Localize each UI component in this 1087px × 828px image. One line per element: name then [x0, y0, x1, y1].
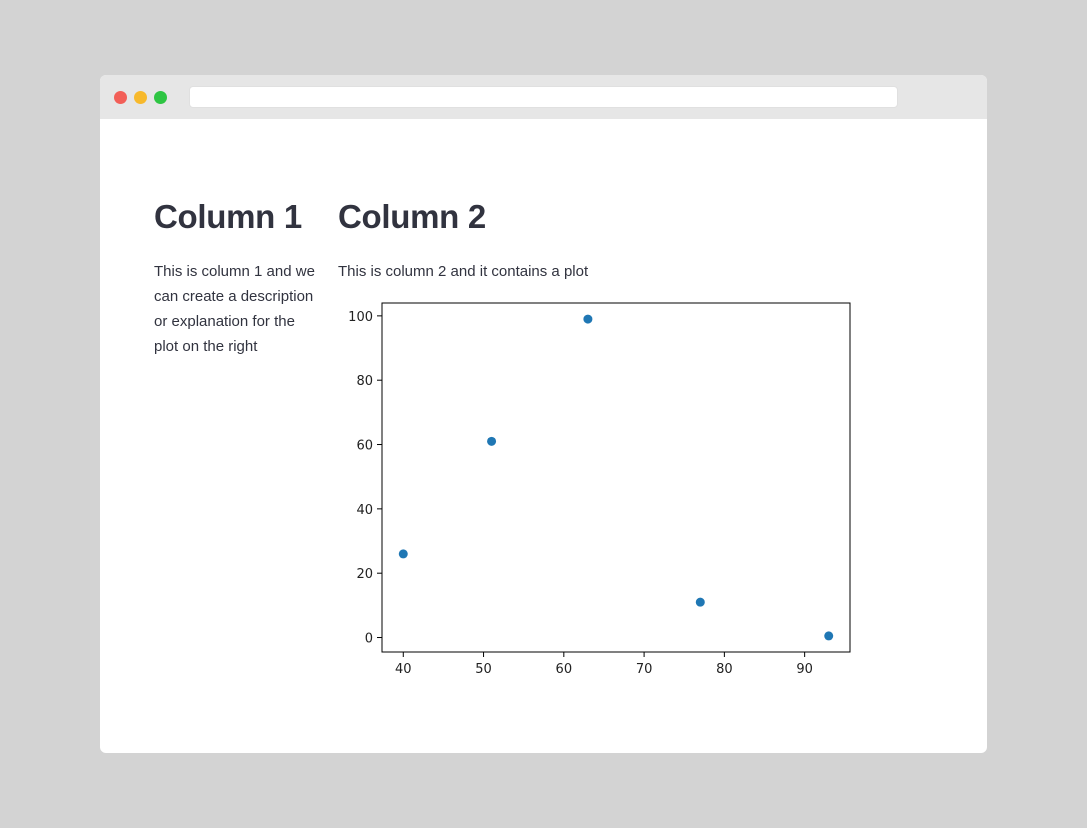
y-tick-label: 0 [365, 632, 373, 647]
x-tick-label: 50 [475, 662, 492, 677]
column-2-description: This is column 2 and it contains a plot [338, 263, 589, 280]
data-points [398, 314, 834, 641]
page-content: Column 1 This is column 1 and we can cre… [100, 119, 987, 753]
title-bar [100, 75, 987, 119]
column-2: Column 2 This is column 2 and it contain… [338, 197, 898, 284]
maximize-window-button[interactable] [154, 91, 167, 104]
column-1: Column 1 This is column 1 and we can cre… [154, 197, 319, 359]
x-tick-label: 40 [395, 662, 412, 677]
scatter-point [487, 436, 497, 446]
x-tick-label: 90 [796, 662, 813, 677]
scatter-point [398, 549, 408, 559]
y-tick-label: 20 [356, 567, 373, 582]
scatter-point [824, 631, 834, 641]
x-tick-label: 70 [636, 662, 653, 677]
browser-window: Column 1 This is column 1 and we can cre… [100, 75, 987, 753]
scatter-plot: 40 50 60 70 80 90 0 20 40 60 80 100 [348, 302, 851, 677]
plot-axes-frame [381, 302, 851, 653]
x-tick-label: 80 [716, 662, 733, 677]
y-tick-label: 60 [356, 439, 373, 454]
column-2-heading: Column 2 [338, 198, 486, 235]
column-1-description: This is column 1 and we can create a des… [154, 263, 315, 355]
y-tick-label: 40 [356, 503, 373, 518]
address-bar[interactable] [189, 86, 898, 108]
y-tick-label: 80 [356, 374, 373, 389]
scatter-point [695, 597, 705, 607]
close-window-button[interactable] [114, 91, 127, 104]
y-axis: 0 20 40 60 80 100 [348, 310, 382, 647]
minimize-window-button[interactable] [134, 91, 147, 104]
scatter-point [583, 314, 593, 324]
x-axis: 40 50 60 70 80 90 [395, 652, 813, 677]
y-tick-label: 100 [348, 310, 373, 325]
column-1-heading: Column 1 [154, 198, 302, 235]
x-tick-label: 60 [556, 662, 573, 677]
